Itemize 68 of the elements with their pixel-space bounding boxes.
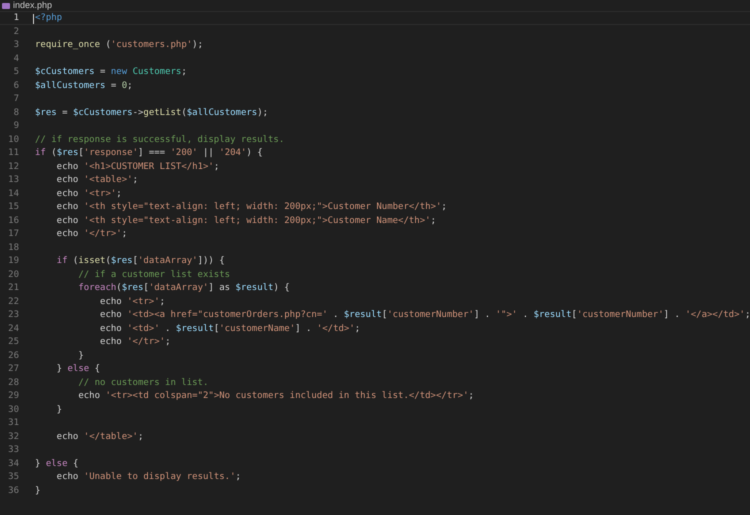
line-number: 4 [12,52,19,64]
line-number: 18 [7,242,19,253]
code-line: } [35,484,40,496]
code-line: echo '<td>' . $result['customerName'] . '</td>'; [99,322,360,334]
line-number: 21 [7,282,19,294]
line-number: 2 [12,26,19,37]
line-number: 28 [7,376,19,388]
code-line: } [56,404,62,415]
code-line: // if a customer list exists [77,268,230,280]
code-line: } [77,350,84,361]
code-line: echo '<td><a href="customerOrders.php?cn=' . $result['customerNumber'] . '">' . $result['customerNumber'] . '</a></td>'; [99,309,750,320]
line-number: 14 [7,188,19,199]
line-number: 26 [7,350,19,361]
code-line: echo '</tr>'; [99,336,170,348]
line-number: 31 [7,417,19,428]
line-number: 1 [12,12,19,24]
code-line: echo '<tr>'; [56,188,122,199]
code-line: foreach($res['dataArray'] as $result) { [77,282,290,294]
line-number: 29 [7,390,19,402]
line-number: 30 [7,404,19,415]
code-line: echo '</table>'; [56,430,144,442]
code-line: echo '<tr>'; [99,296,166,307]
line-number: 20 [7,268,19,280]
line-number: 12 [7,160,19,172]
line-number: 5 [12,66,19,78]
code-line: $cCustomers = new Customers; [35,66,187,78]
line-number: 25 [7,336,19,348]
line-number: 11 [7,147,19,158]
code-line: <?php [35,12,62,24]
line-number: 16 [7,214,19,226]
line-number: 32 [7,430,19,442]
php-file-icon [2,2,10,8]
code-line: require_once ('customers.php'); [35,39,203,50]
code-line: echo 'Unable to display results.'; [56,471,241,482]
code-line: } else { [35,458,78,469]
code-line: // no customers in list. [77,376,208,388]
line-number: 34 [7,458,19,469]
line-number: 22 [7,296,19,307]
code-line: if ($res['response'] === '200' || '204') { [35,147,263,158]
line-number: 10 [7,134,19,145]
line-number: 27 [7,363,19,374]
code-line: echo '<tr><td colspan="2">No customers included in this list.</td></tr>'; [77,390,474,402]
code-line: // if response is successful, display results. [35,134,284,145]
code-line: echo '<h1>CUSTOMER LIST</h1>'; [56,160,220,172]
file-tab[interactable]: index.php [0,0,56,11]
line-number: 24 [7,322,19,334]
line-number: 3 [12,39,19,50]
line-number: 35 [7,471,19,482]
line-number: 36 [7,484,19,496]
line-number: 6 [12,80,19,91]
line-number: 19 [7,255,19,266]
line-number: 23 [7,309,19,320]
line-number: 33 [7,444,19,456]
code-line: echo '<th style="text-align: left; width: 200px;">Customer Name</th>'; [56,214,436,226]
line-number: 13 [7,174,19,186]
code-line: $res = $cCustomers->getList($allCustomers); [35,106,268,118]
code-line: echo '<table>'; [56,174,138,186]
line-number: 17 [7,228,19,240]
line-number: 9 [12,120,19,132]
code-line: } else { [56,363,100,374]
line-number: 15 [7,201,19,212]
line-number: 8 [12,106,19,118]
code-line: if (isset($res['dataArray'])) { [56,255,225,266]
line-number: 7 [12,93,19,104]
code-line: echo '</tr>'; [56,228,128,240]
text-cursor [33,14,34,24]
code-line: $allCustomers = 0; [35,80,133,91]
code-line: echo '<th style="text-align: left; width: 200px;">Customer Number</th>'; [56,201,447,212]
